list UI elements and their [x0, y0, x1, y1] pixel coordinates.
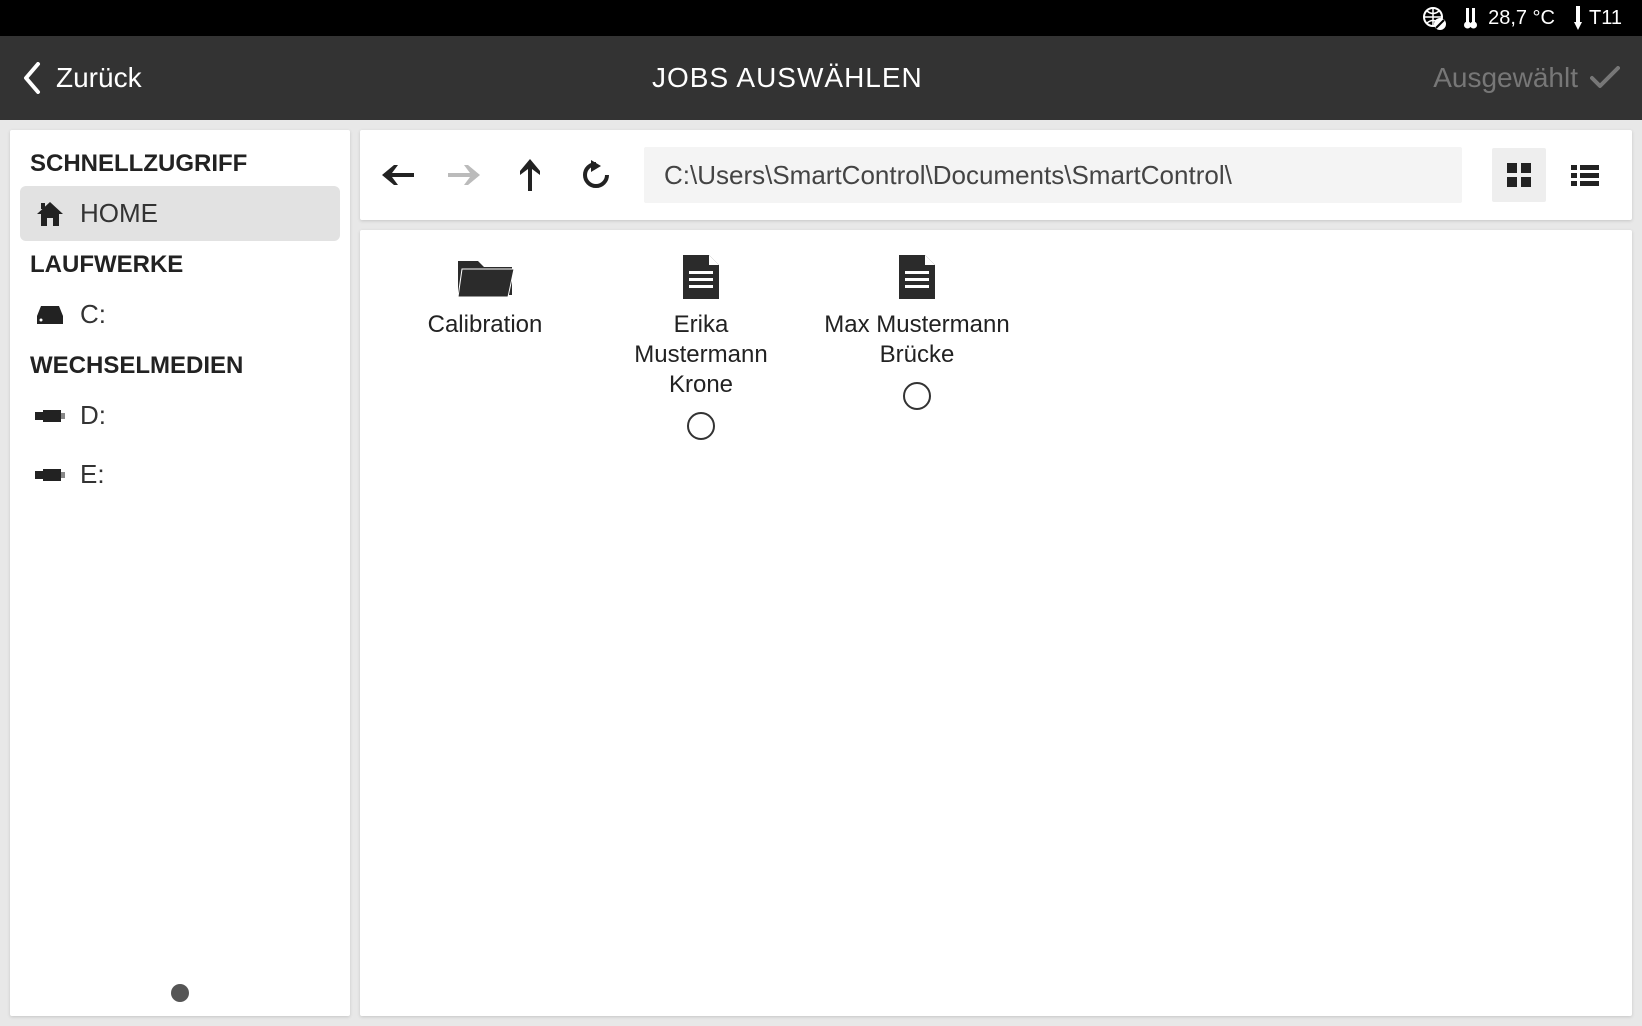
sidebar-item-label: C:	[80, 299, 106, 330]
tool-value: T11	[1589, 7, 1622, 30]
file-label: Calibration	[428, 310, 543, 340]
document-icon	[681, 252, 721, 302]
selection-indicator[interactable]	[903, 382, 931, 410]
sidebar: SCHNELLZUGRIFF HOME LAUFWERKE C: WECHSEL…	[10, 130, 350, 1016]
pager-dot	[171, 984, 189, 1002]
selected-button[interactable]: Ausgewählt	[1433, 62, 1620, 94]
arrow-left-icon	[382, 163, 414, 187]
file-item-folder[interactable]: Calibration	[390, 252, 580, 440]
path-display[interactable]: C:\Users\SmartControl\Documents\SmartCon…	[644, 147, 1462, 203]
selection-indicator[interactable]	[687, 412, 715, 440]
file-label: Max Mustermann Brücke	[822, 310, 1012, 370]
path-value: C:\Users\SmartControl\Documents\SmartCon…	[664, 160, 1232, 191]
file-item-job[interactable]: Max Mustermann Brücke	[822, 252, 1012, 440]
nav-forward-button[interactable]	[446, 157, 482, 193]
tool-icon	[1573, 6, 1583, 30]
list-icon	[1571, 163, 1599, 187]
arrow-up-icon	[518, 159, 542, 191]
refresh-icon	[581, 160, 611, 190]
network-status	[1422, 6, 1446, 30]
header-bar: Zurück JOBS AUSWÄHLEN Ausgewählt	[0, 36, 1642, 120]
content-column: C:\Users\SmartControl\Documents\SmartCon…	[360, 130, 1632, 1016]
grid-icon	[1505, 161, 1533, 189]
sidebar-section-removable: WECHSELMEDIEN	[16, 346, 344, 388]
sidebar-item-home[interactable]: HOME	[20, 186, 340, 241]
temperature-value: 28,7 °C	[1488, 7, 1555, 30]
tool-display: T11	[1573, 6, 1622, 30]
temperature-display: 28,7 °C	[1464, 6, 1555, 30]
view-list-button[interactable]	[1558, 148, 1612, 202]
home-icon	[34, 200, 66, 228]
sidebar-item-drive-e[interactable]: E:	[20, 447, 340, 502]
file-label: Erika Mustermann Krone	[606, 310, 796, 400]
selected-label: Ausgewählt	[1433, 62, 1578, 94]
sidebar-item-label: E:	[80, 459, 105, 490]
usb-icon	[34, 467, 66, 483]
globe-offline-icon	[1422, 6, 1446, 30]
sidebar-item-label: D:	[80, 400, 106, 431]
file-item-job[interactable]: Erika Mustermann Krone	[606, 252, 796, 440]
back-button[interactable]: Zurück	[22, 62, 142, 94]
check-icon	[1590, 66, 1620, 90]
document-icon	[897, 252, 937, 302]
sidebar-section-quick: SCHNELLZUGRIFF	[16, 144, 344, 186]
hdd-icon	[34, 304, 66, 326]
page-title: JOBS AUSWÄHLEN	[142, 62, 1434, 94]
main-area: SCHNELLZUGRIFF HOME LAUFWERKE C: WECHSEL…	[0, 120, 1642, 1026]
view-mode-toggle	[1492, 148, 1612, 202]
nav-back-button[interactable]	[380, 157, 416, 193]
view-grid-button[interactable]	[1492, 148, 1546, 202]
sidebar-item-drive-c[interactable]: C:	[20, 287, 340, 342]
sidebar-section-drives: LAUFWERKE	[16, 245, 344, 287]
nav-refresh-button[interactable]	[578, 157, 614, 193]
folder-icon	[456, 252, 514, 302]
arrow-right-icon	[448, 163, 480, 187]
file-grid: Calibration Erika Mustermann Krone Max M…	[360, 230, 1632, 1016]
chevron-left-icon	[22, 62, 42, 94]
status-bar: 28,7 °C T11	[0, 0, 1642, 36]
nav-up-button[interactable]	[512, 157, 548, 193]
sidebar-item-drive-d[interactable]: D:	[20, 388, 340, 443]
navigation-toolbar: C:\Users\SmartControl\Documents\SmartCon…	[360, 130, 1632, 220]
sidebar-item-label: HOME	[80, 198, 158, 229]
back-label: Zurück	[56, 62, 142, 94]
thermometer-icon	[1464, 6, 1482, 30]
usb-icon	[34, 408, 66, 424]
